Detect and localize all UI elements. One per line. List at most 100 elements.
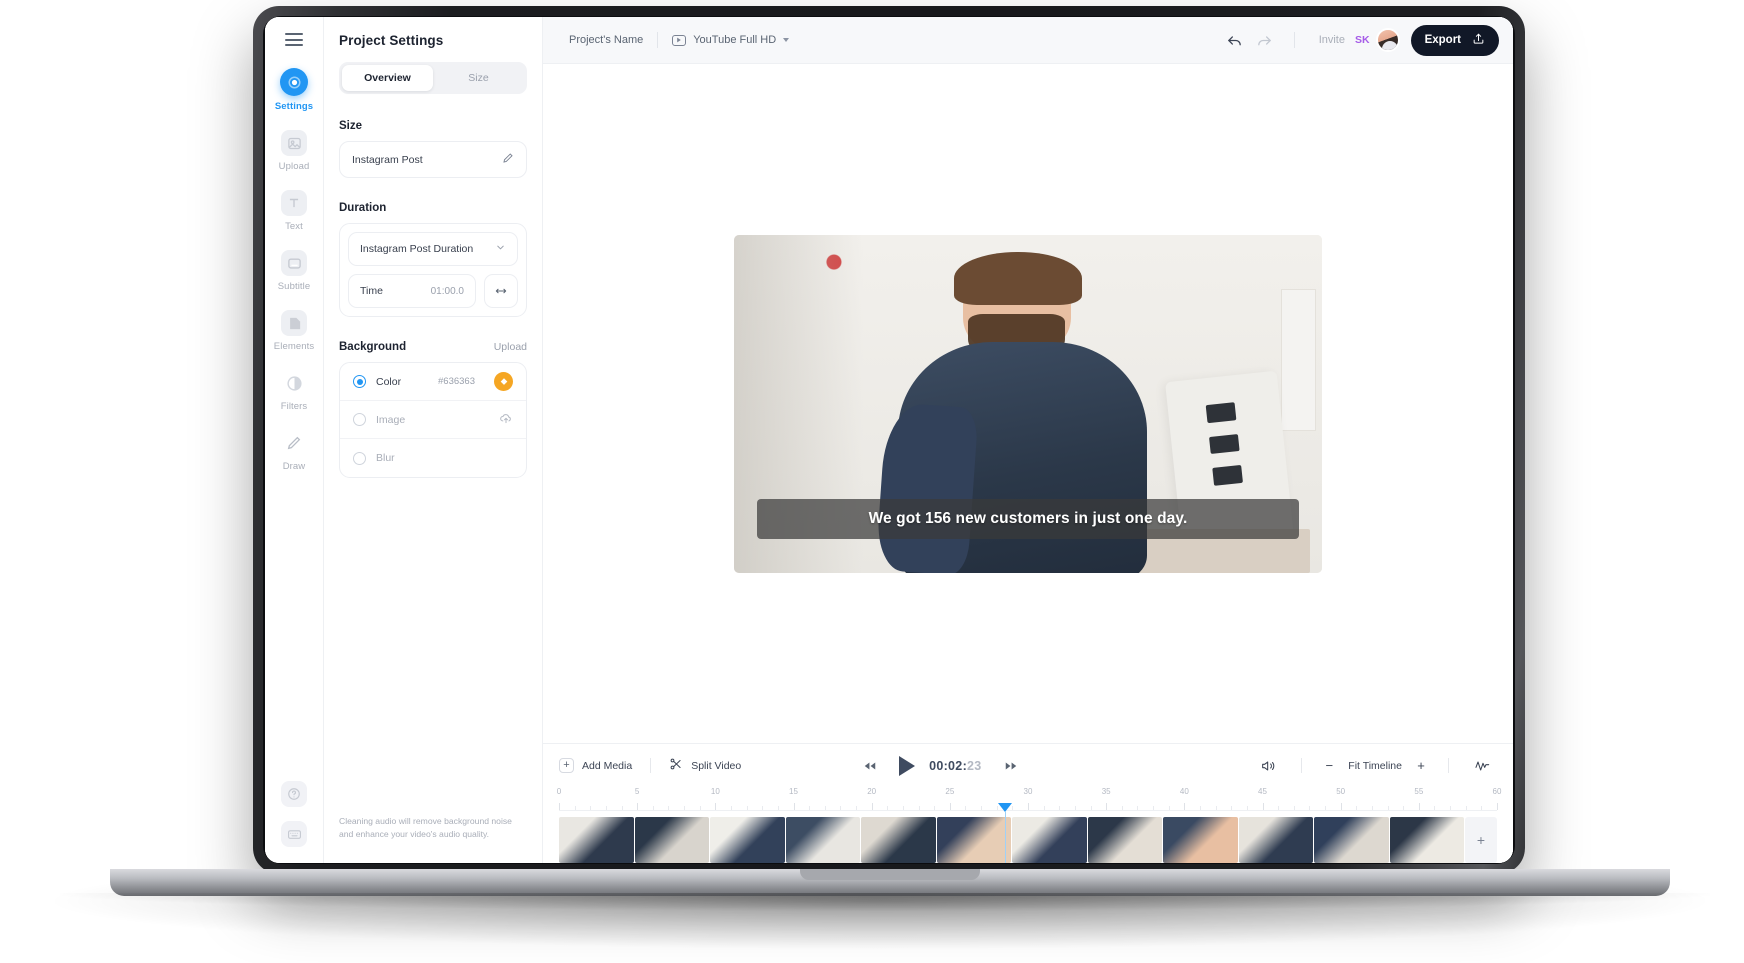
timeline-frame[interactable]	[634, 817, 709, 863]
ruler-tick-minor	[1090, 806, 1092, 810]
timeline-frame[interactable]	[1314, 817, 1389, 863]
ruler-tick-label: 30	[1023, 787, 1033, 796]
subtitle-overlay[interactable]: We got 156 new customers in just one day…	[757, 498, 1299, 539]
sidebar-item-elements[interactable]: Elements	[265, 310, 324, 352]
timeline-right-controls: − Fit Timeline +	[1253, 751, 1497, 781]
divider	[1447, 758, 1449, 773]
keyboard-shortcuts-icon[interactable]	[281, 821, 307, 847]
ruler-tick-label: 5	[634, 787, 640, 796]
timeline-frame[interactable]	[710, 817, 785, 863]
ruler-tick-minor	[746, 806, 748, 810]
chevron-down-icon	[495, 242, 506, 256]
ruler-tick-minor	[1199, 806, 1201, 810]
radio-blur[interactable]	[353, 451, 366, 465]
audio-waveform-icon[interactable]	[1467, 751, 1497, 781]
timeline-frame[interactable]	[1389, 817, 1464, 863]
fit-timeline-label[interactable]: Fit Timeline	[1348, 760, 1402, 772]
sidebar-item-label: Settings	[274, 101, 314, 112]
timeline-frame[interactable]	[861, 817, 936, 863]
timeline-frame[interactable]	[785, 817, 860, 863]
sidebar-item-settings[interactable]: Settings	[265, 68, 324, 112]
hamburger-icon[interactable]	[285, 33, 303, 46]
collaborator-initials[interactable]: SK	[1355, 34, 1370, 46]
ruler-tick-minor	[699, 806, 701, 810]
background-color-hex: #636363	[438, 376, 475, 387]
video-preview[interactable]: We got 156 new customers in just one day…	[734, 234, 1322, 573]
timeline-clip-strip[interactable]: +	[559, 811, 1497, 863]
speaker-volume-icon[interactable]	[1253, 751, 1283, 781]
ruler-tick-minor	[902, 806, 904, 810]
timeline-frame[interactable]	[1087, 817, 1162, 863]
background-option-blur[interactable]: Blur	[340, 439, 526, 477]
time-field[interactable]: Time 01:00.0	[348, 274, 476, 308]
ruler-tick-major	[637, 803, 639, 810]
timeline-frame[interactable]	[1012, 817, 1087, 863]
background-option-color[interactable]: Color #636363	[340, 363, 526, 401]
undo-arrow-icon[interactable]	[1220, 25, 1250, 55]
timeline-frame[interactable]	[936, 817, 1011, 863]
ruler-tick-minor	[824, 806, 826, 810]
ruler-tick-label: 45	[1258, 787, 1267, 796]
cloud-upload-icon[interactable]	[499, 411, 513, 428]
aspect-ratio-selector[interactable]: YouTube Full HD	[672, 34, 790, 46]
timeline-frame[interactable]	[559, 817, 634, 863]
panel-tabs: Overview Size	[339, 62, 527, 94]
settings-gear-icon	[280, 68, 308, 96]
plus-box-icon: +	[559, 758, 574, 773]
tab-size[interactable]: Size	[433, 65, 524, 91]
ruler-tick-minor	[1215, 806, 1217, 810]
pencil-icon[interactable]	[502, 152, 514, 167]
ruler-tick-major	[871, 803, 873, 810]
tab-overview[interactable]: Overview	[342, 65, 433, 91]
person-arm	[875, 401, 980, 573]
rewind-icon[interactable]	[855, 751, 885, 781]
timeline-frame[interactable]	[1238, 817, 1313, 863]
ruler-tick-minor	[668, 806, 670, 810]
ruler-tick-minor	[730, 806, 732, 810]
timeline-frame[interactable]	[1163, 817, 1238, 863]
background-option-image[interactable]: Image	[340, 401, 526, 439]
chevron-down-icon	[783, 38, 790, 42]
background-upload-link[interactable]: Upload	[494, 341, 527, 353]
help-question-icon[interactable]	[281, 781, 307, 807]
play-triangle-icon[interactable]	[899, 755, 916, 776]
ruler-tick-major	[1497, 803, 1498, 810]
sidebar-item-text[interactable]: Text	[265, 190, 324, 232]
ruler-tick-minor	[652, 806, 654, 810]
background-option-label: Image	[376, 413, 406, 426]
radio-image[interactable]	[353, 413, 366, 426]
size-field[interactable]: Instagram Post	[339, 141, 527, 178]
ruler-tick-minor	[981, 806, 983, 810]
ruler-tick-minor	[605, 806, 607, 810]
sidebar-item-draw[interactable]: Draw	[265, 430, 324, 472]
ruler-tick-minor	[887, 806, 889, 810]
zoom-in-button[interactable]: +	[1412, 757, 1430, 775]
export-label: Export	[1424, 34, 1461, 46]
radio-color[interactable]	[353, 375, 366, 388]
add-media-button[interactable]: + Add Media	[559, 758, 632, 773]
draw-pencil-icon	[281, 430, 307, 456]
paint-bucket-icon[interactable]	[494, 372, 513, 391]
zoom-out-button[interactable]: −	[1320, 757, 1338, 775]
image-upload-icon	[281, 130, 307, 156]
sidebar-item-upload[interactable]: Upload	[265, 130, 324, 172]
sidebar-item-filters[interactable]: Filters	[265, 370, 324, 412]
avatar[interactable]	[1375, 28, 1400, 52]
ruler-tick-minor	[1278, 806, 1280, 810]
timecode-frames: 23	[967, 758, 982, 773]
duration-group: Instagram Post Duration Time 01:00.0	[339, 223, 527, 317]
redo-arrow-icon[interactable]	[1250, 25, 1280, 55]
background-section-header: Background Upload	[339, 341, 527, 353]
project-name[interactable]: Project's Name	[569, 34, 643, 46]
timeline-ruler[interactable]: 0 5 10 15 20 25 30 35 40 45 50 55 60	[557, 787, 1501, 812]
export-button[interactable]: Export	[1410, 24, 1499, 56]
ruler-tick-major	[793, 803, 795, 810]
add-clip-button[interactable]: +	[1465, 817, 1497, 863]
duration-preset-select[interactable]: Instagram Post Duration	[348, 232, 518, 266]
ruler-tick-minor	[1293, 806, 1295, 810]
split-video-button[interactable]: Split Video	[669, 757, 741, 774]
sidebar-item-subtitle[interactable]: Subtitle	[265, 250, 324, 292]
invite-button[interactable]: Invite	[1319, 34, 1345, 46]
fast-forward-icon[interactable]	[996, 751, 1026, 781]
arrows-horizontal-icon[interactable]	[484, 274, 518, 308]
